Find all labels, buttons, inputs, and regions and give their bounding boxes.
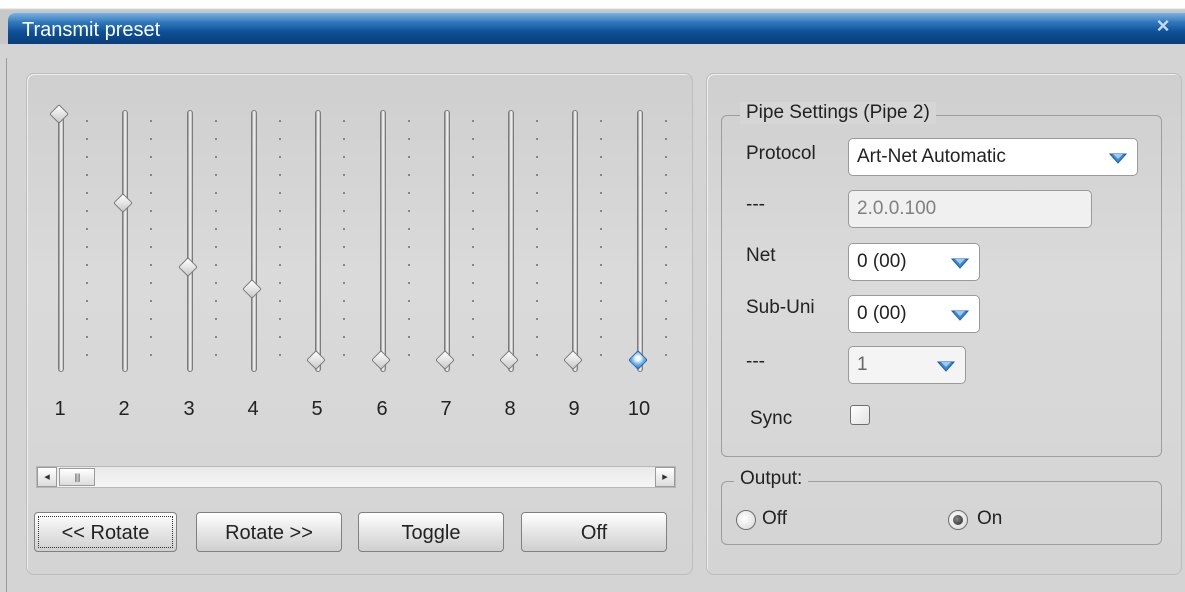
fader-7[interactable] [435,110,476,372]
pipe-settings-legend: Pipe Settings (Pipe 2) [740,102,936,124]
subuni-select[interactable]: 0 (00) [848,295,980,333]
fader-number-label: 10 [627,398,651,420]
address-field: 2.0.0.100 [848,190,1092,228]
protocol-value: Art-Net Automatic [857,146,1006,167]
fader-ticks [343,112,345,366]
net-label: Net [746,245,776,266]
fader-3[interactable] [178,110,219,372]
fader-number-label: 2 [118,398,130,420]
output-on-radio[interactable] [948,510,968,530]
fader-ticks [408,112,410,366]
fader-scrollbar[interactable]: ◂ |||| ▸ [36,466,676,488]
address-value: 2.0.0.100 [857,198,937,219]
fader-track[interactable] [637,110,643,372]
rotate-left-button[interactable]: << Rotate [34,512,177,552]
fader-number-label: 3 [183,398,195,420]
address-label: --- [746,194,765,215]
fader-track[interactable] [251,110,257,372]
fader-track[interactable] [444,110,450,372]
fader-number-label: 6 [376,398,388,420]
output-legend: Output: [734,468,809,490]
scroll-thumb[interactable]: |||| [59,468,95,486]
dropdown-arrow-icon [936,361,956,372]
protocol-select[interactable]: Art-Net Automatic [848,138,1138,176]
dropdown-arrow-icon [1108,153,1128,164]
fader-track[interactable] [315,110,321,372]
fader-track[interactable] [122,110,128,372]
dropdown-arrow-icon [950,258,970,269]
fader-track[interactable] [187,110,193,372]
fader-ticks [279,112,281,366]
sync-checkbox[interactable] [850,405,870,425]
fader-ticks [150,112,152,366]
fader-number-label: 1 [54,398,66,420]
fader-2[interactable] [113,110,154,372]
sync-label: Sync [750,408,793,429]
universe-label: --- [746,351,765,372]
fader-ticks [665,112,667,366]
fader-track[interactable] [508,110,514,372]
fader-8[interactable] [499,110,540,372]
fader-ticks [600,112,602,366]
net-select[interactable]: 0 (00) [848,243,980,281]
fader-1[interactable] [49,104,90,372]
output-off-label: Off [762,508,787,529]
title-bar-background [8,12,1185,44]
fader-number-label: 5 [311,398,323,420]
fader-ticks [86,112,88,366]
fader-ticks [472,112,474,366]
fader-track[interactable] [58,110,64,372]
fader-5[interactable] [306,110,347,372]
fader-9[interactable] [563,110,604,372]
fader-number-label: 7 [440,398,452,420]
scroll-right-arrow-icon[interactable]: ▸ [655,467,675,487]
fader-number-label: 9 [568,398,580,420]
scroll-left-arrow-icon[interactable]: ◂ [37,467,57,487]
fader-ticks [215,112,217,366]
output-on-label: On [977,508,1003,529]
radio-selected-dot [953,515,963,525]
fader-6[interactable] [371,110,412,372]
subuni-value: 0 (00) [857,303,907,324]
off-button[interactable]: Off [521,512,667,552]
protocol-label: Protocol [746,143,816,164]
net-value: 0 (00) [857,251,907,272]
fader-ticks [536,112,538,366]
close-icon[interactable]: × [1153,15,1173,37]
fader-track[interactable] [572,110,578,372]
rotate-right-button[interactable]: Rotate >> [196,512,342,552]
output-group [721,481,1162,545]
toggle-button[interactable]: Toggle [358,512,504,552]
dropdown-arrow-icon [950,310,970,321]
subuni-label: Sub-Uni [746,297,815,318]
fader-track[interactable] [380,110,386,372]
title-bar: Transmit preset × [0,0,1185,44]
universe-value: 1 [857,354,868,375]
fader-number-label: 4 [247,398,259,420]
fader-number-label: 8 [504,398,516,420]
fader-4[interactable] [242,110,283,372]
window-title: Transmit preset [22,19,161,41]
universe-select[interactable]: 1 [848,346,966,384]
fader-10[interactable] [628,110,669,372]
output-off-radio[interactable] [736,510,756,530]
